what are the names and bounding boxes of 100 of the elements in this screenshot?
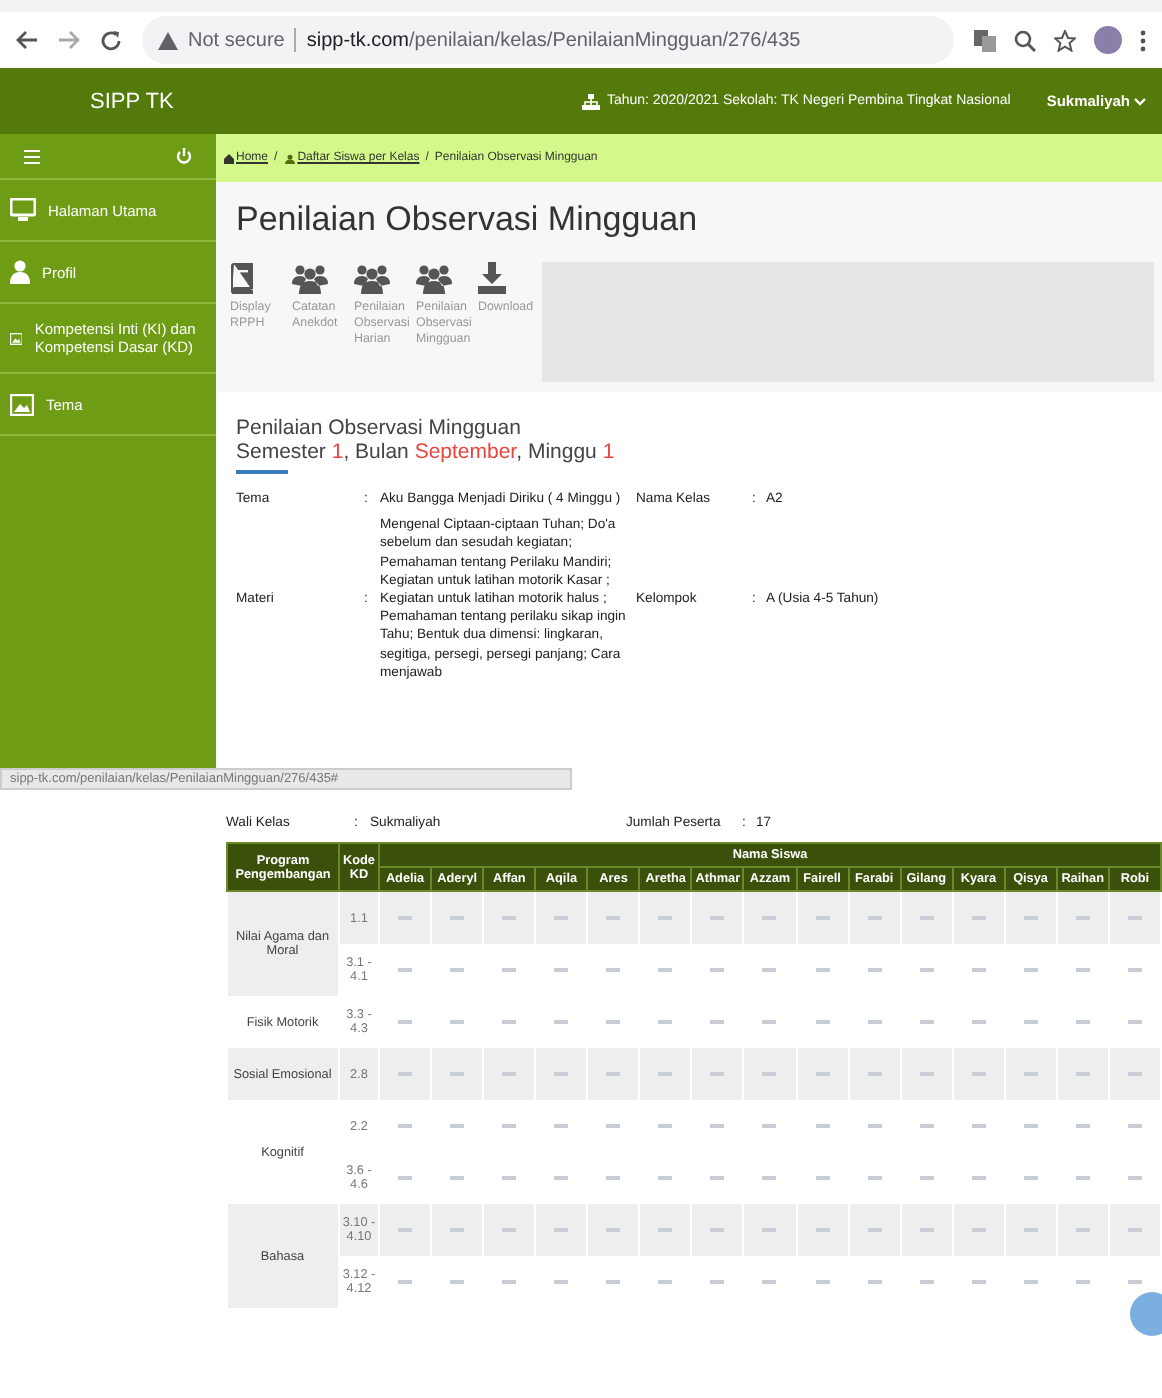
empty-score-mark — [867, 1019, 882, 1024]
empty-score-mark — [1023, 915, 1038, 920]
empty-score-mark — [815, 915, 830, 920]
empty-score-mark — [762, 1071, 777, 1076]
url-text: sipp-tk.com/penilaian/kelas/PenilaianMingguan/276/435 — [306, 29, 801, 51]
empty-score-mark — [398, 1071, 413, 1076]
empty-score-mark — [606, 915, 621, 920]
empty-score-mark — [554, 967, 569, 972]
empty-score-mark — [919, 967, 934, 972]
chevron-icon — [1134, 97, 1146, 105]
empty-score-mark — [867, 915, 882, 920]
section-title: Penilaian Observasi Mingguan — [236, 416, 523, 441]
empty-score-mark — [971, 1071, 986, 1076]
empty-score-mark — [867, 1071, 882, 1076]
empty-score-mark — [658, 1227, 673, 1232]
empty-score-mark — [762, 1227, 777, 1232]
group-icon — [354, 262, 390, 294]
empty-score-mark — [554, 1019, 569, 1024]
empty-score-mark — [450, 1279, 465, 1284]
empty-score-mark — [1075, 1123, 1090, 1128]
empty-score-mark — [762, 967, 777, 972]
empty-score-mark — [762, 1279, 777, 1284]
monitor-icon — [10, 198, 36, 222]
reload-icon[interactable] — [100, 29, 122, 51]
person-icon — [10, 260, 30, 284]
empty-score-mark — [1127, 1071, 1142, 1076]
empty-score-mark — [502, 1279, 517, 1284]
empty-score-mark — [710, 1175, 725, 1180]
avatar-icon[interactable] — [1094, 26, 1122, 54]
back-icon[interactable] — [16, 30, 38, 50]
image-icon — [10, 393, 34, 415]
empty-score-mark — [867, 1175, 882, 1180]
empty-score-mark — [502, 1123, 517, 1128]
empty-score-mark — [502, 1175, 517, 1180]
empty-score-mark — [450, 1019, 465, 1024]
brand-title[interactable]: SIPP TK — [90, 89, 583, 113]
menu-icon[interactable] — [24, 149, 40, 163]
empty-score-mark — [554, 915, 569, 920]
star-icon[interactable] — [1054, 29, 1076, 51]
empty-score-mark — [554, 1227, 569, 1232]
empty-score-mark — [658, 967, 673, 972]
empty-score-mark — [919, 1175, 934, 1180]
empty-score-mark — [919, 1019, 934, 1024]
menu-icon[interactable] — [1140, 29, 1146, 51]
empty-score-mark — [398, 1227, 413, 1232]
empty-score-mark — [1127, 1227, 1142, 1232]
empty-score-mark — [1075, 915, 1090, 920]
empty-score-mark — [815, 1123, 830, 1128]
empty-score-mark — [554, 1123, 569, 1128]
empty-score-mark — [606, 1227, 621, 1232]
empty-score-mark — [710, 1279, 725, 1284]
empty-score-mark — [867, 1123, 882, 1128]
empty-score-mark — [971, 1123, 986, 1128]
empty-score-mark — [606, 1279, 621, 1284]
empty-score-mark — [658, 915, 673, 920]
empty-score-mark — [502, 915, 517, 920]
empty-score-mark — [1023, 1123, 1038, 1128]
empty-score-mark — [450, 1123, 465, 1128]
zoom-icon[interactable] — [1014, 29, 1036, 51]
empty-score-mark — [1127, 915, 1142, 920]
empty-score-mark — [658, 1071, 673, 1076]
translate-icon[interactable] — [974, 29, 996, 51]
empty-score-mark — [1127, 967, 1142, 972]
empty-score-mark — [554, 1175, 569, 1180]
empty-score-mark — [606, 967, 621, 972]
group-icon — [416, 262, 452, 294]
empty-score-mark — [398, 1019, 413, 1024]
empty-score-mark — [398, 1175, 413, 1180]
empty-score-mark — [502, 1019, 517, 1024]
empty-score-mark — [1075, 1227, 1090, 1232]
empty-score-mark — [710, 1019, 725, 1024]
empty-score-mark — [1127, 1279, 1142, 1284]
empty-score-mark — [1127, 1019, 1142, 1024]
empty-score-mark — [502, 1227, 517, 1232]
empty-score-mark — [1075, 1071, 1090, 1076]
hierarchy-icon — [582, 93, 601, 109]
empty-score-mark — [554, 1279, 569, 1284]
address-bar[interactable]: Not secure sipp-tk.com/penilaian/kelas/PenilaianMingguan/276/435 — [142, 16, 954, 64]
empty-score-mark — [502, 1071, 517, 1076]
power-icon[interactable] — [176, 148, 192, 164]
empty-score-mark — [450, 1227, 465, 1232]
empty-score-mark — [658, 1019, 673, 1024]
empty-score-mark — [919, 915, 934, 920]
empty-score-mark — [971, 967, 986, 972]
empty-score-mark — [919, 1123, 934, 1128]
empty-score-mark — [658, 1123, 673, 1128]
empty-score-mark — [1023, 1019, 1038, 1024]
empty-score-mark — [1023, 1279, 1038, 1284]
empty-score-mark — [398, 1123, 413, 1128]
empty-score-mark — [971, 1019, 986, 1024]
empty-score-mark — [450, 1175, 465, 1180]
empty-score-mark — [867, 1279, 882, 1284]
empty-score-mark — [971, 1279, 986, 1284]
empty-score-mark — [971, 1175, 986, 1180]
empty-score-mark — [867, 1227, 882, 1232]
empty-score-mark — [815, 1175, 830, 1180]
empty-score-mark — [919, 1227, 934, 1232]
empty-score-mark — [606, 1019, 621, 1024]
empty-score-mark — [398, 915, 413, 920]
empty-score-mark — [710, 1123, 725, 1128]
